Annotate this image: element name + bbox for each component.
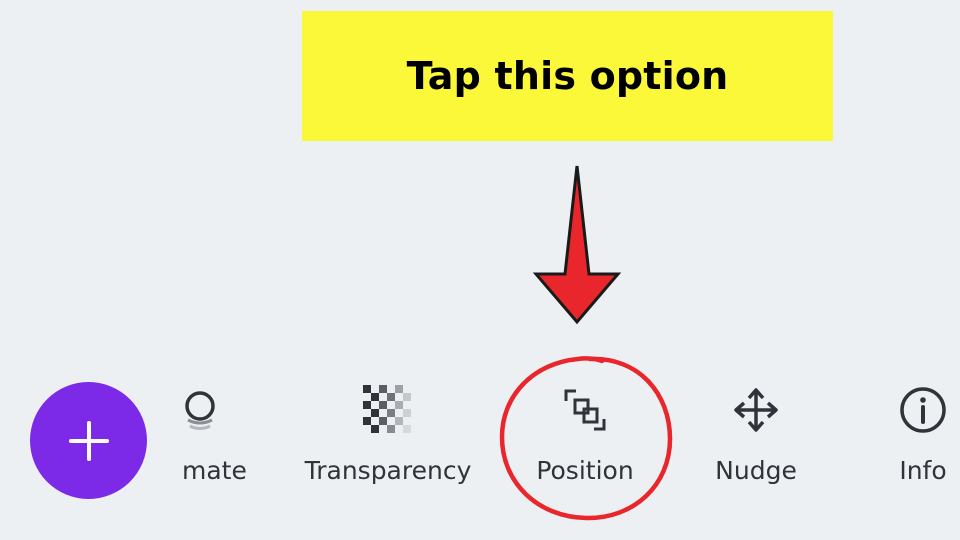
animate-icon bbox=[185, 391, 215, 430]
move-arrows-icon bbox=[734, 388, 778, 432]
info-icon bbox=[900, 387, 946, 433]
callout-text: Tap this option bbox=[406, 54, 729, 98]
toolbar-item-label: Nudge bbox=[715, 456, 797, 485]
toolbar-item-label: mate bbox=[182, 456, 247, 485]
toolbar-item-nudge[interactable]: Nudge bbox=[700, 382, 812, 502]
instruction-callout: Tap this option bbox=[302, 11, 833, 141]
toolbar-item-position[interactable]: Position bbox=[520, 382, 650, 502]
position-icon bbox=[564, 389, 606, 431]
plus-icon bbox=[68, 420, 109, 461]
toolbar-item-label: Info bbox=[899, 456, 947, 485]
toolbar-item-label: Transparency bbox=[304, 456, 472, 485]
toolbar-item-info[interactable]: Info bbox=[886, 382, 960, 502]
add-button[interactable] bbox=[30, 382, 147, 499]
toolbar-item-animate[interactable]: mate bbox=[176, 382, 266, 502]
transparency-icon bbox=[363, 385, 411, 433]
down-arrow-annotation-icon bbox=[532, 165, 622, 325]
toolbar-item-transparency[interactable]: Transparency bbox=[297, 382, 479, 502]
toolbar-item-label: Position bbox=[536, 456, 634, 485]
